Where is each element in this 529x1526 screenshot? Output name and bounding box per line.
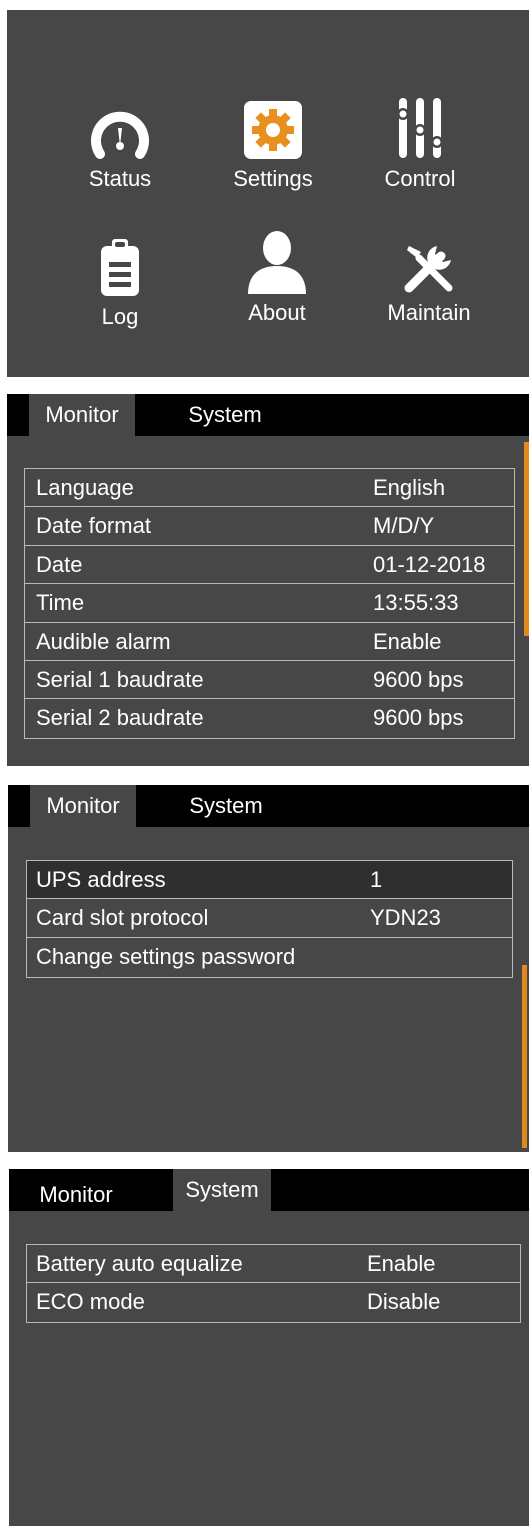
tab-bar: Monitor System [7, 394, 529, 436]
row-value: 9600 bps [373, 666, 464, 692]
settings-screen-2: Monitor System UPS address 1 Card slot pr… [8, 785, 529, 1152]
row-label: Serial 1 baudrate [36, 666, 204, 692]
table-row[interactable]: Card slot protocol YDN23 [27, 899, 512, 938]
settings-screen-3: Monitor System Battery auto equalize Enab… [9, 1169, 529, 1526]
gear-icon [244, 101, 302, 159]
menu-label-about: About [248, 300, 306, 325]
menu-item-status[interactable]: Status [60, 98, 180, 192]
table-row[interactable]: Time 13:55:33 [25, 584, 514, 623]
row-value: YDN23 [370, 905, 441, 931]
menu-label-status: Status [88, 166, 152, 191]
gauge-icon [91, 111, 149, 159]
scrollbar[interactable] [522, 965, 527, 1148]
clipboard-icon [101, 239, 139, 296]
menu-label-log: Log [101, 304, 139, 329]
row-label: Language [36, 475, 134, 500]
row-value: M/D/Y [373, 513, 435, 539]
menu-item-maintain[interactable]: Maintain [369, 234, 489, 326]
menu-label-settings: Settings [233, 166, 313, 191]
tab-monitor[interactable]: Monitor [29, 394, 135, 436]
table-row[interactable]: Date format M/D/Y [25, 507, 514, 546]
sliders-icon [397, 98, 443, 158]
tab-system[interactable]: System [172, 394, 278, 436]
row-value: English [373, 475, 446, 500]
tab-bar: Monitor System [8, 785, 529, 827]
settings-table: Language English Date format M/D/Y Date 01-… [24, 468, 515, 739]
menu-item-control[interactable]: Control [360, 88, 480, 192]
scrollbar[interactable] [524, 442, 529, 636]
settings-table: UPS address 1 Card slot protocol YDN23 Cha… [26, 860, 513, 978]
table-row[interactable]: Change settings password [27, 938, 512, 976]
row-value: Disable [367, 1289, 441, 1315]
row-label: Change settings password [36, 943, 296, 969]
row-label: Serial 2 baudrate [36, 705, 204, 731]
menu-label-maintain: Maintain [387, 300, 471, 325]
row-label: UPS address [36, 867, 166, 892]
table-row[interactable]: Audible alarm Enable [25, 623, 514, 661]
row-value: Enable [373, 628, 442, 654]
tab-system[interactable]: System [173, 1169, 271, 1211]
tab-monitor[interactable]: Monitor [30, 785, 136, 827]
menu-item-log[interactable]: Log [60, 232, 180, 330]
tools-icon [404, 246, 453, 293]
settings-table: Battery auto equalize Enable ECO mode Disa… [26, 1244, 521, 1323]
main-menu-panel: Status Settings Control Log About Mainta… [7, 10, 529, 377]
row-value: Enable [367, 1251, 436, 1276]
table-row[interactable]: Battery auto equalize Enable [27, 1245, 520, 1284]
menu-label-control: Control [384, 166, 456, 191]
tab-bar: Monitor System [9, 1169, 529, 1211]
settings-screen-1: Monitor System Language English Date form… [7, 394, 529, 766]
tab-monitor[interactable]: Monitor [21, 1174, 131, 1216]
row-value: 01-12-2018 [373, 551, 486, 577]
row-label: Card slot protocol [36, 905, 209, 931]
row-label: Date format [36, 513, 151, 539]
row-value: 9600 bps [373, 705, 464, 731]
menu-item-about[interactable]: About [217, 230, 337, 326]
row-value: 1 [370, 867, 383, 892]
row-label: Date [36, 551, 83, 577]
table-row[interactable]: Serial 2 baudrate 9600 bps [25, 699, 514, 737]
table-row-selected[interactable]: UPS address 1 [27, 861, 512, 900]
row-label: Battery auto equalize [36, 1251, 243, 1276]
menu-item-settings[interactable]: Settings [213, 84, 333, 192]
row-label: Time [36, 590, 85, 616]
table-row[interactable]: Date 01-12-2018 [25, 546, 514, 585]
table-row[interactable]: Language English [25, 469, 514, 508]
row-label: ECO mode [36, 1289, 145, 1315]
tab-system[interactable]: System [173, 785, 279, 827]
row-label: Audible alarm [36, 628, 171, 654]
table-row[interactable]: ECO mode Disable [27, 1283, 520, 1321]
table-row[interactable]: Serial 1 baudrate 9600 bps [25, 661, 514, 700]
user-icon [248, 231, 306, 294]
row-value: 13:55:33 [373, 590, 459, 616]
